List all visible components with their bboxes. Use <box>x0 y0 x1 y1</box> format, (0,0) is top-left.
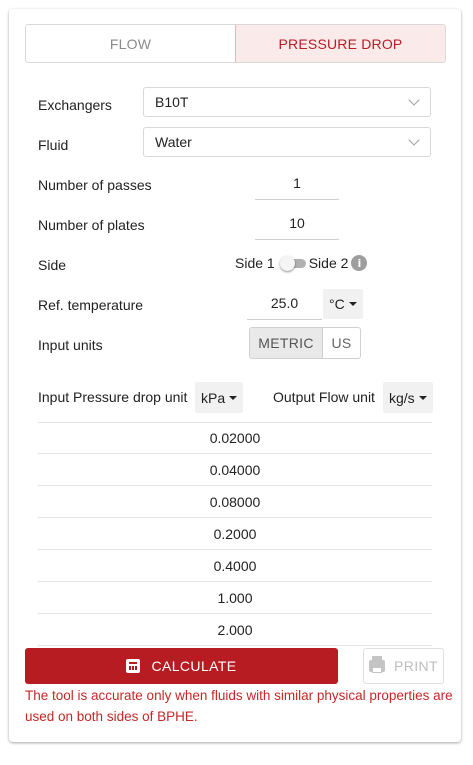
pressure-unit-label: Input Pressure drop unit <box>38 389 188 405</box>
side-2-label: Side 2 <box>308 255 349 271</box>
exchangers-label: Exchangers <box>38 97 112 113</box>
pressure-drop-table: 0.02000 0.04000 0.08000 0.2000 0.4000 1.… <box>38 422 432 646</box>
pressure-unit-value: kPa <box>201 389 226 406</box>
caret-down-icon <box>229 395 238 400</box>
side-toggle[interactable] <box>279 255 306 271</box>
table-row[interactable]: 1.000 <box>38 582 432 614</box>
side-label: Side <box>38 257 67 273</box>
passes-label: Number of passes <box>38 177 152 193</box>
units-metric-button[interactable]: METRIC <box>250 328 323 358</box>
caret-down-icon <box>418 395 427 400</box>
temp-unit-value: °C <box>329 296 345 312</box>
table-row[interactable]: 0.4000 <box>38 550 432 582</box>
fluid-value: Water <box>155 134 192 150</box>
calculate-label: CALCULATE <box>151 658 237 674</box>
toggle-knob <box>279 256 295 271</box>
fluid-label: Fluid <box>38 137 69 153</box>
input-units-label: Input units <box>38 337 103 353</box>
table-row[interactable]: 2.000 <box>38 614 432 646</box>
mode-tabs: FLOW PRESSURE DROP <box>25 24 446 63</box>
passes-input[interactable]: 1 <box>255 173 339 200</box>
side-1-label: Side 1 <box>235 255 275 271</box>
table-row[interactable]: 0.08000 <box>38 486 432 518</box>
table-row[interactable]: 0.04000 <box>38 454 432 486</box>
ref-temp-input[interactable]: 25.0 <box>247 293 322 320</box>
ref-temp-label: Ref. temperature <box>38 297 144 313</box>
print-button[interactable]: PRINT <box>363 648 444 684</box>
exchangers-value: B10T <box>155 94 189 110</box>
pressure-unit-dropdown[interactable]: kPa <box>195 382 244 413</box>
flow-unit-label: Output Flow unit <box>273 389 375 405</box>
exchangers-select[interactable]: B10T <box>143 87 431 117</box>
print-label: PRINT <box>394 658 438 674</box>
chevron-down-icon <box>408 134 420 146</box>
temp-unit-dropdown[interactable]: °C <box>323 289 363 319</box>
plates-label: Number of plates <box>38 217 145 233</box>
tab-flow[interactable]: FLOW <box>26 25 235 62</box>
accuracy-warning: The tool is accurate only when fluids wi… <box>25 688 453 724</box>
calculator-icon <box>126 659 141 673</box>
caret-down-icon <box>348 302 357 306</box>
side-switch: Side 1 Side 2 i <box>235 255 368 271</box>
plates-input[interactable]: 10 <box>255 213 339 240</box>
table-row[interactable]: 0.02000 <box>38 422 432 454</box>
tab-pressure-drop[interactable]: PRESSURE DROP <box>235 25 445 62</box>
pressure-drop-card: FLOW PRESSURE DROP Exchangers B10T Fluid… <box>9 9 461 742</box>
units-us-button[interactable]: US <box>323 328 360 358</box>
info-icon[interactable]: i <box>351 255 368 271</box>
printer-icon <box>369 656 385 673</box>
table-row[interactable]: 0.2000 <box>38 518 432 550</box>
calculate-button[interactable]: CALCULATE <box>25 648 338 684</box>
fluid-select[interactable]: Water <box>143 127 431 157</box>
flow-unit-dropdown[interactable]: kg/s <box>383 382 433 413</box>
flow-unit-value: kg/s <box>389 389 415 406</box>
chevron-down-icon <box>408 94 420 106</box>
input-units-toggle: METRIC US <box>249 327 361 359</box>
